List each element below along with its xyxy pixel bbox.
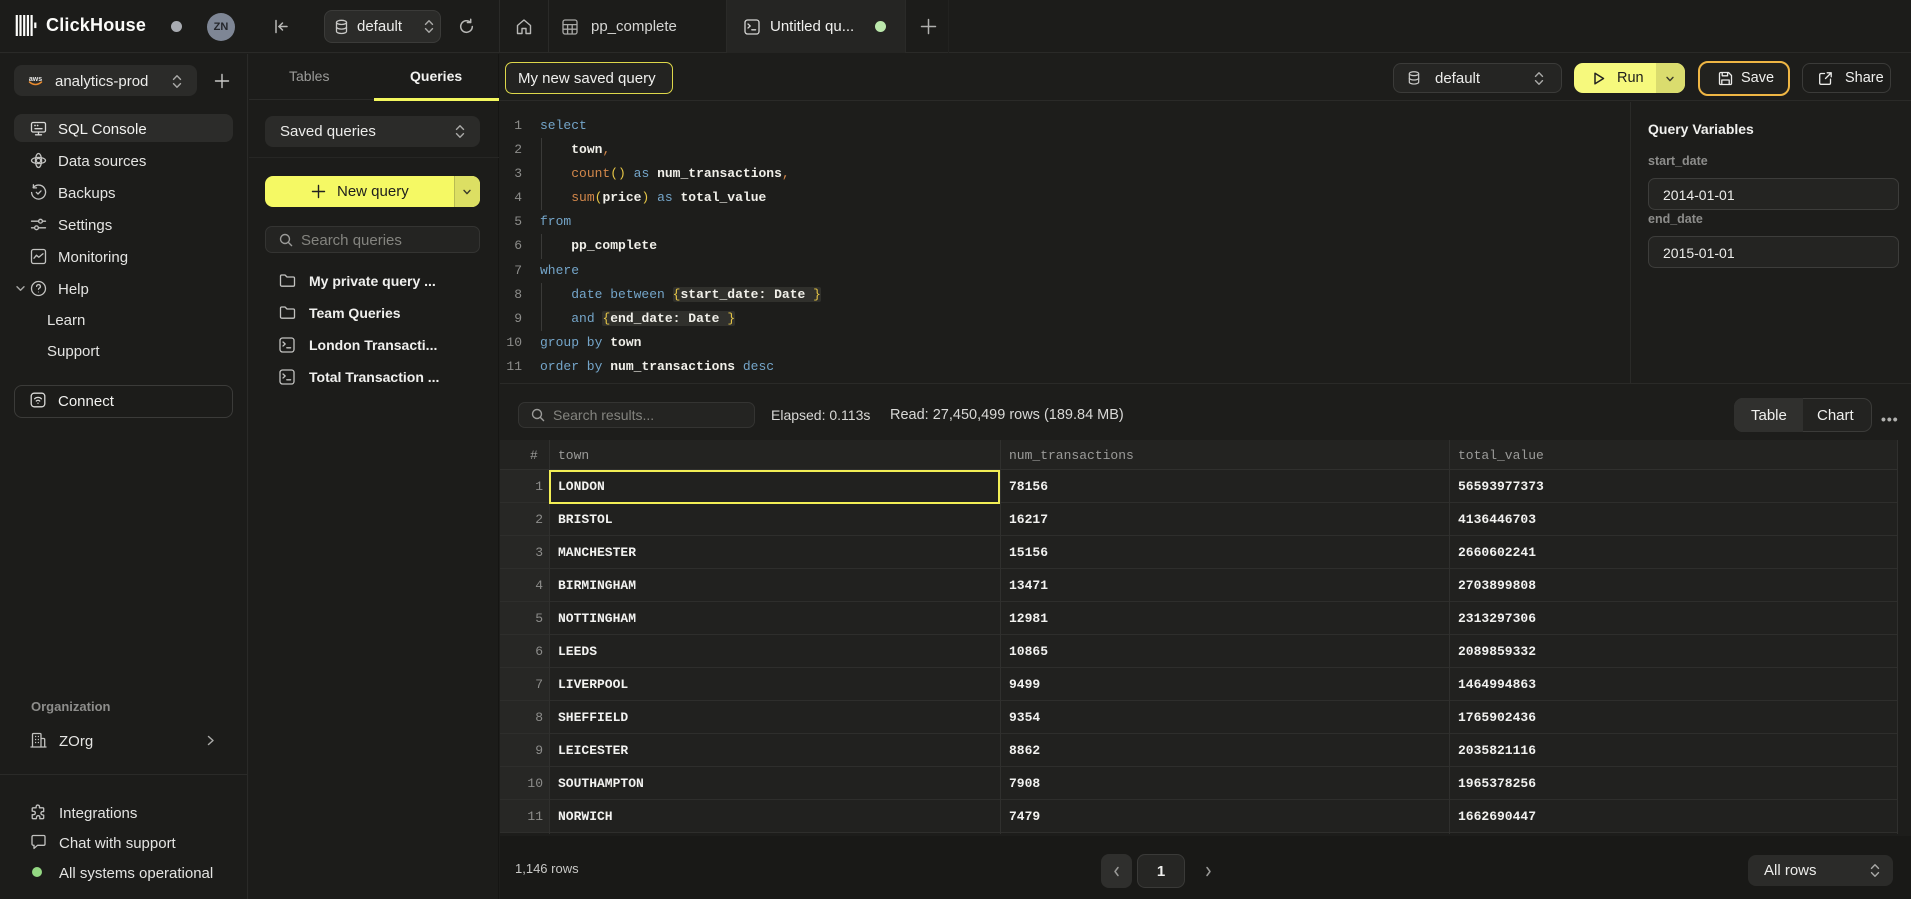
- svg-text:aws: aws: [29, 76, 42, 83]
